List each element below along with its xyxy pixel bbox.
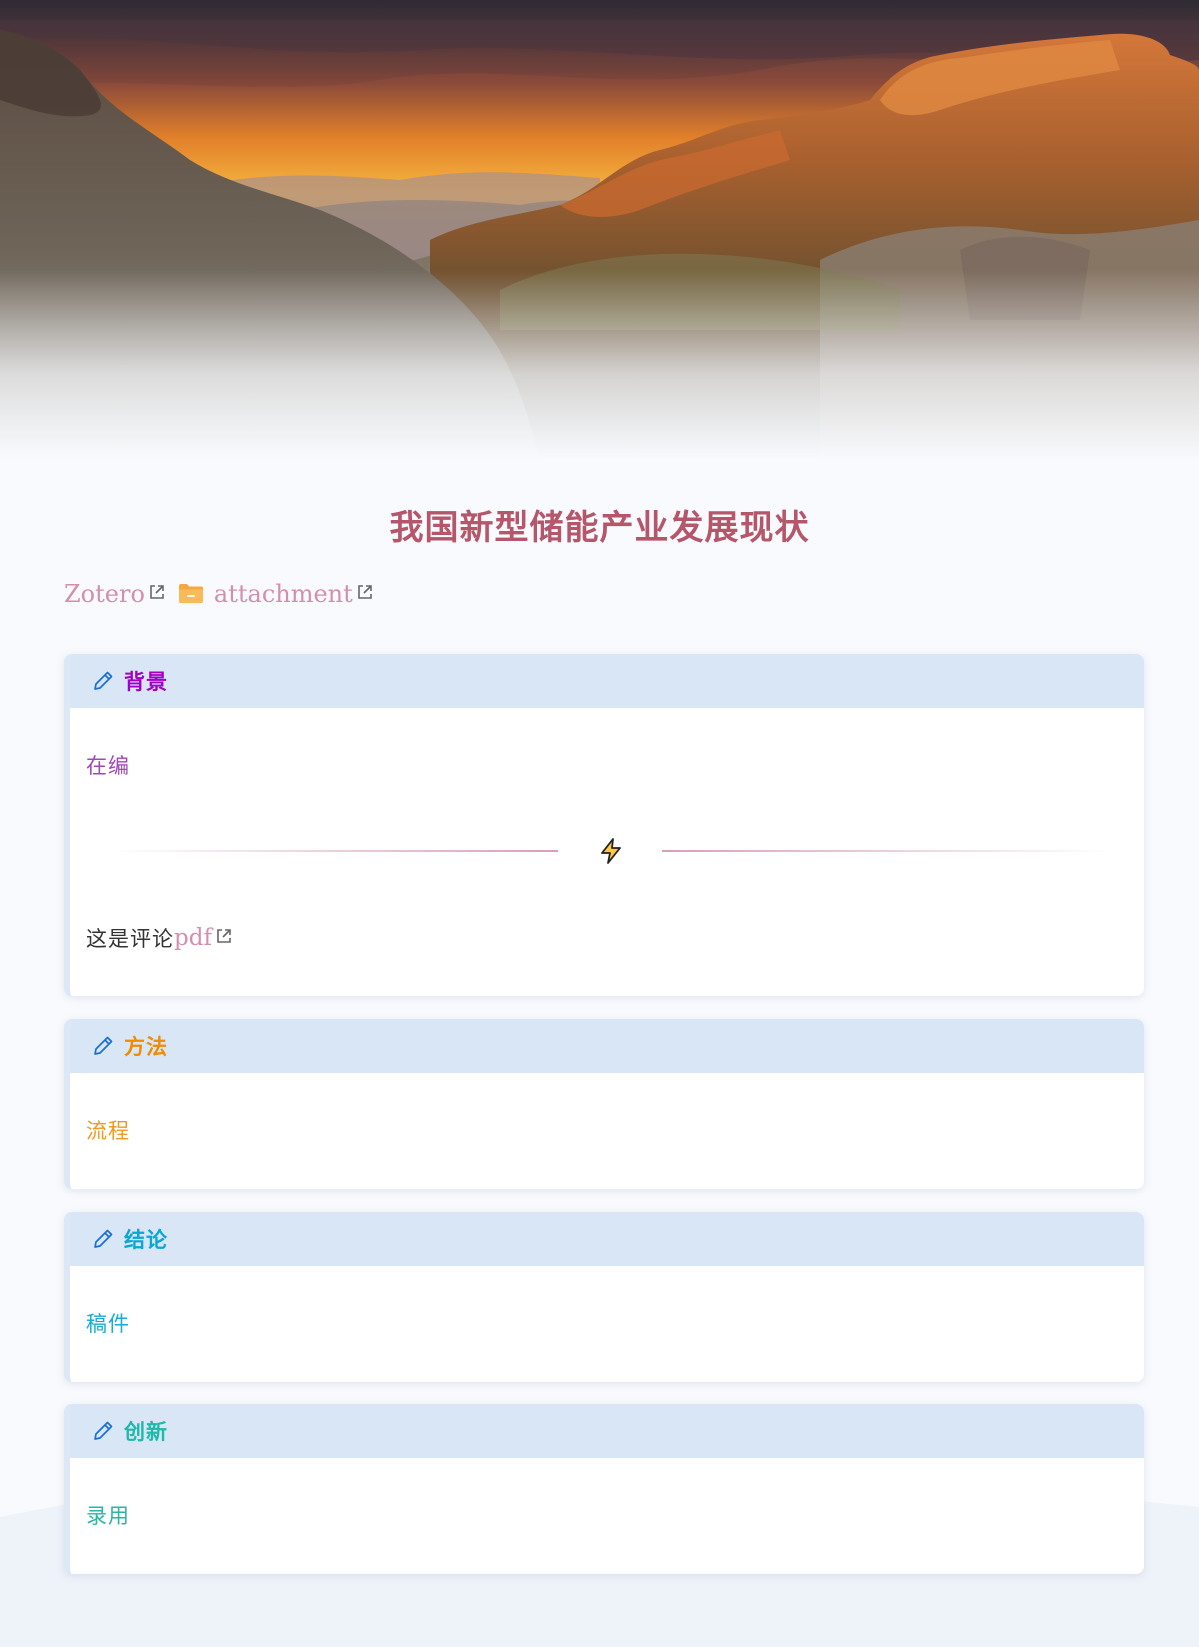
pdf-link[interactable]: pdf xyxy=(174,925,233,951)
pencil-icon xyxy=(94,1421,113,1440)
callout-method: 方法 流程 xyxy=(64,1019,1144,1189)
comment-text: 这是评论 xyxy=(86,927,174,951)
callout-header[interactable]: 创新 xyxy=(70,1404,1144,1458)
callout-innovation: 创新 录用 xyxy=(64,1404,1144,1574)
callout-title: 结论 xyxy=(124,1228,168,1252)
lightning-bolt-icon xyxy=(601,838,621,864)
callout-background: 背景 在编 这是评论 pdf xyxy=(64,654,1144,996)
callout-conclusion: 结论 稿件 xyxy=(64,1212,1144,1382)
zotero-link[interactable]: Zotero xyxy=(64,580,166,608)
divider-line-right xyxy=(662,850,1110,852)
attachment-link-label: attachment xyxy=(213,580,353,608)
external-link-icon xyxy=(217,929,231,943)
section-divider xyxy=(110,836,1110,866)
callout-header[interactable]: 背景 xyxy=(70,654,1144,708)
folder-icon xyxy=(178,584,203,603)
external-link-icon xyxy=(357,585,372,599)
comment-line: 这是评论 pdf xyxy=(86,923,233,953)
page-title: 我国新型储能产业发展现状 xyxy=(389,508,810,548)
callout-header[interactable]: 方法 xyxy=(70,1019,1144,1073)
callout-title: 背景 xyxy=(124,670,168,694)
pencil-icon xyxy=(94,1036,113,1055)
callout-text: 在编 xyxy=(86,754,130,778)
pdf-link-label: pdf xyxy=(174,925,212,951)
callout-text: 流程 xyxy=(86,1119,130,1143)
callout-text: 录用 xyxy=(86,1504,130,1528)
callout-text: 稿件 xyxy=(86,1312,130,1336)
callout-title: 方法 xyxy=(124,1035,168,1059)
callout-header[interactable]: 结论 xyxy=(70,1212,1144,1266)
callout-title: 创新 xyxy=(124,1420,168,1444)
attachment-link[interactable]: attachment xyxy=(214,580,374,608)
banner-fade xyxy=(0,270,1199,460)
links-row: Zotero attachment xyxy=(64,580,374,608)
zotero-link-label: Zotero xyxy=(64,580,145,608)
pencil-icon xyxy=(94,1229,113,1248)
note-page: 我国新型储能产业发展现状 Zotero attachment 背景 在编 这是评… xyxy=(0,0,1199,1647)
divider-line-left xyxy=(110,850,558,852)
external-link-icon xyxy=(150,585,164,599)
pencil-icon xyxy=(94,671,113,690)
banner-image xyxy=(0,0,1199,460)
